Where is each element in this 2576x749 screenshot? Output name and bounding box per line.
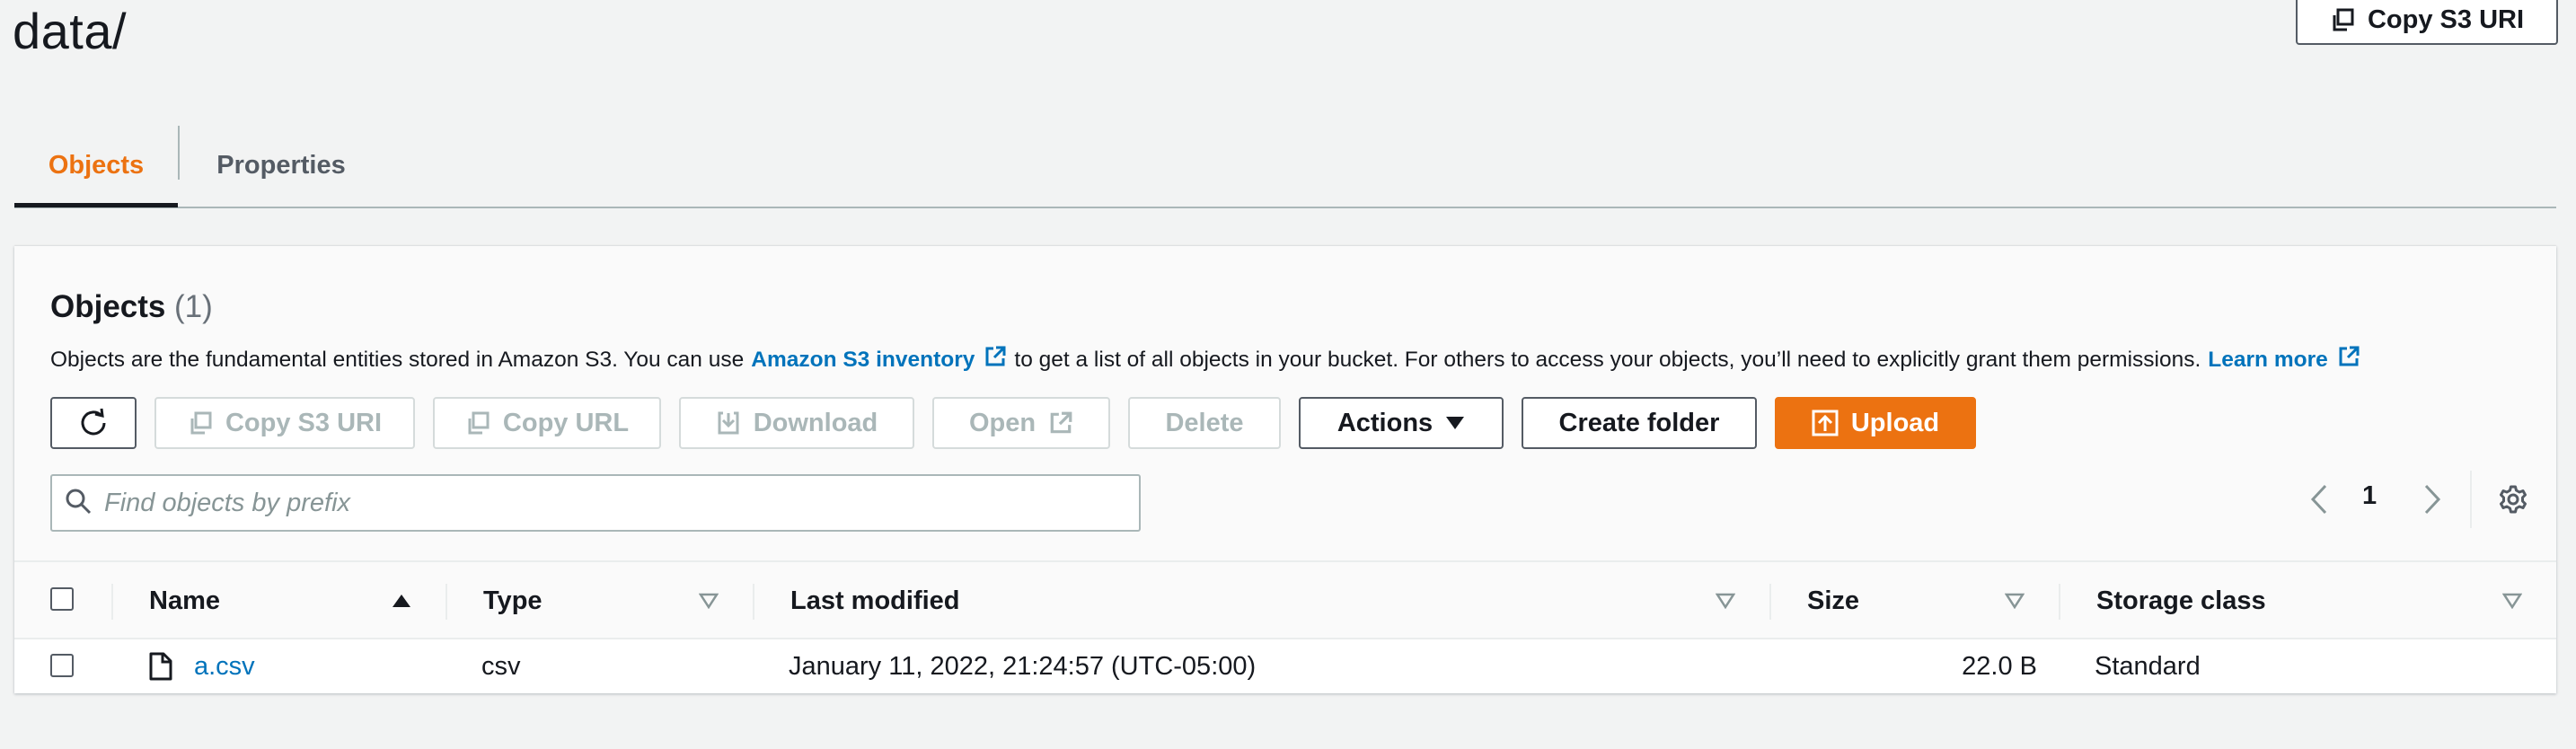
create-folder-button[interactable]: Create folder	[1522, 397, 1757, 449]
copy-s3-uri-button[interactable]: Copy S3 URI	[154, 397, 415, 449]
chevron-right-icon	[2423, 484, 2441, 519]
download-button[interactable]: Download	[679, 397, 914, 449]
chevron-left-icon	[2310, 484, 2328, 519]
table-header: Name Type Last modified Size Storage cla…	[14, 560, 2556, 638]
pagination-divider	[2470, 471, 2472, 528]
sort-icon[interactable]	[1716, 562, 1735, 639]
learn-more-link-label: Learn more	[2208, 347, 2328, 372]
open-button[interactable]: Open	[932, 397, 1110, 449]
copy-s3-uri-header-button[interactable]: Copy S3 URI	[2296, 0, 2558, 45]
sort-icon[interactable]	[2502, 562, 2522, 639]
next-page-button[interactable]	[2414, 474, 2450, 528]
s3-inventory-link-label: Amazon S3 inventory	[751, 347, 975, 372]
copy-icon	[465, 410, 490, 436]
search-icon	[65, 488, 92, 519]
column-divider	[2059, 584, 2060, 620]
external-link-icon	[1048, 410, 1073, 436]
object-size: 22.0 B	[1962, 651, 2037, 681]
open-label: Open	[968, 408, 1037, 437]
file-icon	[149, 639, 172, 693]
actions-dropdown-button[interactable]: Actions	[1299, 397, 1504, 449]
search-input[interactable]	[104, 488, 1092, 518]
current-page-number[interactable]: 1	[2362, 481, 2377, 511]
object-last-modified: January 11, 2022, 21:24:57 (UTC-05:00)	[789, 651, 1257, 681]
column-divider	[753, 584, 754, 620]
learn-more-link[interactable]: Learn more	[2208, 345, 2367, 374]
table-settings-button[interactable]	[2490, 474, 2536, 528]
actions-label: Actions	[1337, 408, 1434, 437]
upload-icon	[1812, 410, 1839, 436]
create-folder-label: Create folder	[1558, 408, 1720, 437]
sort-icon[interactable]	[699, 562, 719, 639]
download-label: Download	[753, 408, 878, 437]
column-header-last-modified[interactable]: Last modified	[790, 562, 960, 639]
copy-icon	[2330, 7, 2355, 32]
search-field[interactable]	[50, 474, 1141, 532]
tab-properties[interactable]: Properties	[178, 126, 384, 205]
column-header-size[interactable]: Size	[1807, 562, 1859, 639]
objects-count: (1)	[174, 289, 213, 324]
copy-s3-uri-header-label: Copy S3 URI	[2367, 4, 2525, 34]
column-header-type[interactable]: Type	[483, 562, 543, 639]
sort-ascending-icon[interactable]	[392, 562, 411, 639]
column-header-name[interactable]: Name	[149, 562, 220, 639]
active-tab-indicator	[14, 203, 178, 207]
external-link-icon	[2337, 345, 2360, 374]
column-divider	[111, 584, 113, 620]
s3-inventory-link[interactable]: Amazon S3 inventory	[751, 345, 1014, 374]
previous-page-button[interactable]	[2301, 474, 2337, 528]
objects-panel-title: Objects	[50, 289, 166, 324]
gear-icon	[2498, 484, 2528, 519]
delete-button[interactable]: Delete	[1128, 397, 1281, 449]
external-link-icon	[984, 345, 1007, 374]
column-divider	[1769, 584, 1771, 620]
objects-description: Objects are the fundamental entities sto…	[50, 345, 2368, 374]
page-title: data/	[13, 3, 128, 59]
caret-down-icon	[1445, 416, 1465, 430]
upload-button[interactable]: Upload	[1775, 397, 1976, 449]
copy-icon	[188, 410, 213, 436]
row-checkbox[interactable]	[50, 654, 74, 677]
objects-panel: Objects (1) Objects are the fundamental …	[14, 246, 2556, 693]
tabs-underline	[14, 207, 2556, 208]
copy-url-label: Copy URL	[502, 408, 630, 437]
copy-s3-uri-label: Copy S3 URI	[225, 408, 383, 437]
copy-url-button[interactable]: Copy URL	[433, 397, 661, 449]
delete-label: Delete	[1165, 408, 1244, 437]
upload-label: Upload	[1850, 408, 1940, 437]
description-text-1: Objects are the fundamental entities sto…	[50, 347, 745, 372]
table-row[interactable]: a.csv csv January 11, 2022, 21:24:57 (UT…	[14, 638, 2556, 693]
select-all-checkbox[interactable]	[50, 587, 74, 611]
object-type: csv	[481, 651, 521, 681]
sort-icon[interactable]	[2005, 562, 2025, 639]
object-name-link[interactable]: a.csv	[194, 639, 255, 693]
object-storage-class: Standard	[2095, 651, 2201, 681]
refresh-icon	[78, 408, 109, 438]
column-divider	[446, 584, 447, 620]
column-header-storage-class[interactable]: Storage class	[2096, 562, 2266, 639]
tab-objects[interactable]: Objects	[14, 126, 178, 205]
description-text-2: to get a list of all objects in your buc…	[1014, 347, 2201, 372]
refresh-button[interactable]	[50, 397, 137, 449]
download-icon	[716, 410, 741, 436]
